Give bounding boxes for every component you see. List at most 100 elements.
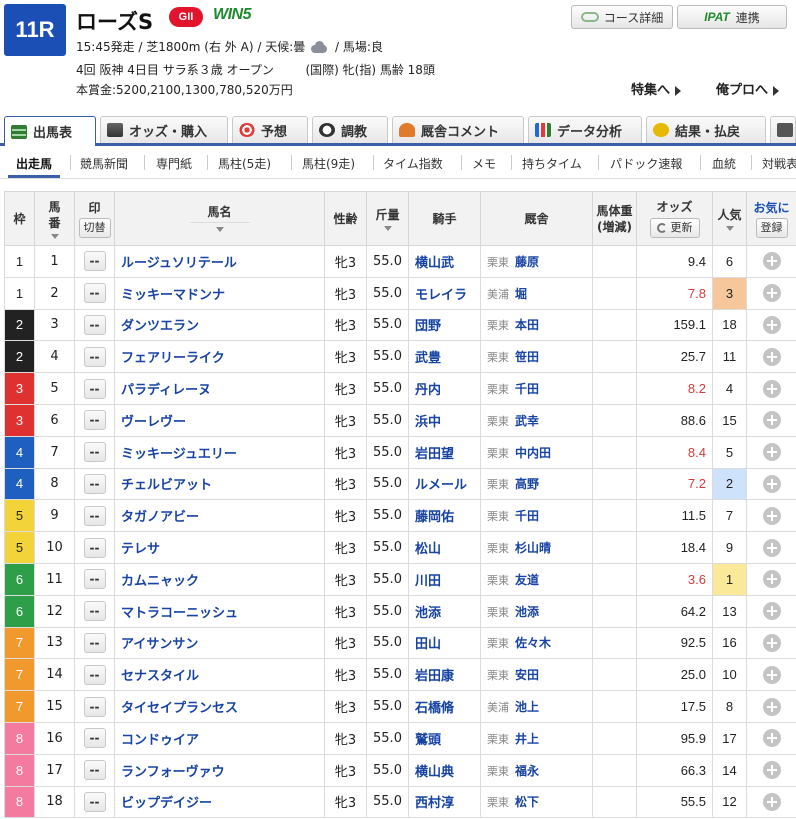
- jockey-link[interactable]: 横山武: [408, 245, 481, 278]
- add-favorite-icon[interactable]: [762, 474, 781, 493]
- trainer-link[interactable]: 井上: [515, 732, 539, 746]
- trainer-link[interactable]: 佐々木: [515, 636, 551, 650]
- add-favorite-icon[interactable]: [762, 633, 781, 652]
- trainer-link[interactable]: 松下: [515, 795, 539, 809]
- subtab-matchup[interactable]: 対戦表: [762, 155, 796, 172]
- mark-toggle-button[interactable]: 切替: [78, 217, 111, 238]
- jockey-link[interactable]: 川田: [408, 562, 481, 596]
- mark-selector[interactable]: --: [83, 378, 106, 399]
- trainer-link[interactable]: 中内田: [515, 446, 551, 460]
- mark-selector[interactable]: --: [83, 505, 106, 526]
- orepro-link[interactable]: 俺プロへ: [716, 79, 780, 98]
- subtab-newspaper[interactable]: 競馬新聞: [80, 155, 128, 172]
- add-favorite-icon[interactable]: [762, 729, 781, 748]
- mark-selector[interactable]: --: [83, 410, 106, 431]
- mark-selector[interactable]: --: [83, 728, 106, 749]
- mark-selector[interactable]: --: [83, 760, 106, 781]
- subtab-expert-paper[interactable]: 専門紙: [156, 155, 192, 172]
- jockey-link[interactable]: ルメール: [408, 467, 481, 501]
- mark-selector[interactable]: --: [83, 346, 106, 367]
- horse-name-link[interactable]: カムニャック: [114, 562, 325, 596]
- subtab-time-index[interactable]: タイム指数: [383, 155, 443, 172]
- subtab-past5[interactable]: 馬柱(5走): [218, 155, 271, 172]
- mark-selector[interactable]: --: [83, 632, 106, 653]
- add-favorite-icon[interactable]: [762, 252, 781, 271]
- ipat-link-button[interactable]: IPAT 連携: [677, 5, 787, 29]
- subtab-past9[interactable]: 馬柱(9走): [302, 155, 355, 172]
- feature-link[interactable]: 特集へ: [631, 79, 682, 98]
- mark-selector[interactable]: --: [83, 537, 106, 558]
- tab-odds[interactable]: オッズ・購入: [100, 116, 228, 143]
- tab-video[interactable]: [770, 116, 796, 143]
- horse-name-link[interactable]: セナスタイル: [114, 658, 325, 692]
- tab-stable-comment[interactable]: 厩舎コメント: [392, 116, 524, 143]
- mark-selector[interactable]: --: [83, 283, 106, 304]
- add-favorite-icon[interactable]: [762, 347, 781, 366]
- header-horse-name[interactable]: 馬名: [114, 191, 325, 246]
- add-favorite-icon[interactable]: [762, 506, 781, 525]
- horse-name-link[interactable]: コンドゥイア: [114, 721, 325, 755]
- trainer-link[interactable]: 福永: [515, 764, 539, 778]
- jockey-link[interactable]: 鷲頭: [408, 721, 481, 755]
- horse-name-link[interactable]: チェルビアット: [114, 467, 325, 501]
- jockey-link[interactable]: 藤岡佑: [408, 499, 481, 533]
- trainer-link[interactable]: 安田: [515, 668, 539, 682]
- add-favorite-icon[interactable]: [762, 411, 781, 430]
- tab-results[interactable]: 結果・払戻: [646, 116, 766, 143]
- horse-name-link[interactable]: タガノアビー: [114, 499, 325, 533]
- add-favorite-icon[interactable]: [762, 570, 781, 589]
- mark-selector[interactable]: --: [83, 251, 106, 272]
- add-favorite-icon[interactable]: [762, 761, 781, 780]
- tab-prediction[interactable]: 予想: [232, 116, 308, 143]
- jockey-link[interactable]: 池添: [408, 594, 481, 628]
- horse-name-link[interactable]: ミッキージュエリー: [114, 435, 325, 469]
- jockey-link[interactable]: モレイラ: [408, 276, 481, 310]
- subtab-paddock[interactable]: パドック速報: [610, 155, 682, 172]
- header-umaban[interactable]: 馬番: [34, 191, 75, 246]
- horse-name-link[interactable]: パラディレーヌ: [114, 372, 325, 405]
- mark-selector[interactable]: --: [83, 696, 106, 717]
- tab-training[interactable]: 調教: [312, 116, 388, 143]
- horse-name-link[interactable]: ダンツエラン: [114, 308, 325, 342]
- jockey-link[interactable]: 団野: [408, 308, 481, 342]
- add-favorite-icon[interactable]: [762, 697, 781, 716]
- trainer-link[interactable]: 友道: [515, 573, 539, 587]
- horse-name-link[interactable]: フェアリーライク: [114, 340, 325, 374]
- jockey-link[interactable]: 石橋脩: [408, 690, 481, 723]
- add-favorite-icon[interactable]: [762, 379, 781, 398]
- mark-selector[interactable]: --: [83, 791, 106, 812]
- mark-selector[interactable]: --: [83, 569, 106, 590]
- mark-selector[interactable]: --: [83, 601, 106, 622]
- header-weight[interactable]: 斤量: [366, 191, 409, 246]
- subtab-runners[interactable]: 出走馬: [16, 155, 52, 172]
- horse-name-link[interactable]: マトラコーニッシュ: [114, 594, 325, 628]
- jockey-link[interactable]: 武豊: [408, 340, 481, 374]
- horse-name-link[interactable]: ヴーレヴー: [114, 403, 325, 437]
- favorite-register-button[interactable]: 登録: [755, 217, 788, 238]
- trainer-link[interactable]: 笹田: [515, 350, 539, 364]
- add-favorite-icon[interactable]: [762, 538, 781, 557]
- mark-selector[interactable]: --: [83, 473, 106, 494]
- jockey-link[interactable]: 松山: [408, 531, 481, 564]
- trainer-link[interactable]: 千田: [515, 509, 539, 523]
- horse-name-link[interactable]: ルージュソリテール: [114, 245, 325, 278]
- trainer-link[interactable]: 本田: [515, 318, 539, 332]
- jockey-link[interactable]: 浜中: [408, 403, 481, 437]
- add-favorite-icon[interactable]: [762, 315, 781, 334]
- add-favorite-icon[interactable]: [762, 665, 781, 684]
- horse-name-link[interactable]: アイサンサン: [114, 626, 325, 660]
- trainer-link[interactable]: 高野: [515, 477, 539, 491]
- subtab-best-time[interactable]: 持ちタイム: [522, 155, 582, 172]
- trainer-link[interactable]: 池上: [515, 700, 539, 714]
- trainer-link[interactable]: 池添: [515, 605, 539, 619]
- jockey-link[interactable]: 田山: [408, 626, 481, 660]
- trainer-link[interactable]: 杉山晴: [515, 541, 551, 555]
- tab-entries[interactable]: 出馬表: [4, 116, 96, 146]
- course-detail-button[interactable]: コース詳細: [571, 5, 673, 29]
- trainer-link[interactable]: 藤原: [515, 255, 539, 269]
- mark-selector[interactable]: --: [83, 664, 106, 685]
- horse-name-link[interactable]: タイセイプランセス: [114, 690, 325, 723]
- jockey-link[interactable]: 岩田康: [408, 658, 481, 692]
- jockey-link[interactable]: 横山典: [408, 753, 481, 787]
- header-popularity[interactable]: 人気: [712, 191, 747, 246]
